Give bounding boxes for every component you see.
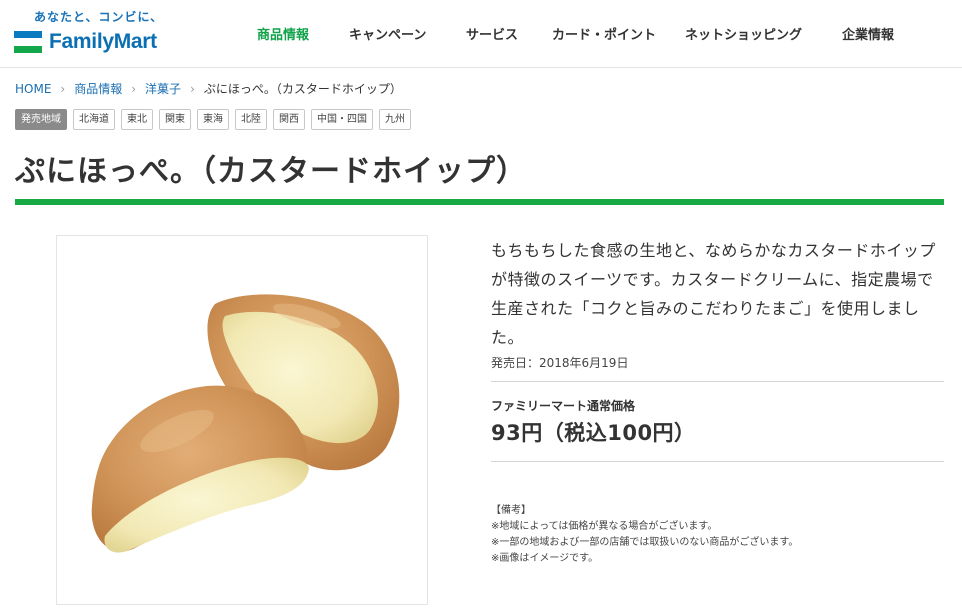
nav-item-campaign[interactable]: キャンペーン [349,24,426,43]
note-item: ※地域によっては価格が異なる場合がございます。 [491,521,718,532]
chevron-right-icon: › [60,81,66,96]
site-header: あなたと、コンビに、 FamilyMart 商品情報 キャンペーン サービス カ… [0,0,962,68]
nav-item-corporate[interactable]: 企業情報 [842,24,894,43]
nav-item-net-shopping[interactable]: ネットショッピング [685,24,802,43]
region-tag-kanto[interactable]: 関東 [159,109,191,130]
divider [491,381,944,382]
notes-heading: 【備考】 [491,505,531,516]
notes: 【備考】 ※地域によっては価格が異なる場合がございます。 ※一部の地域および一部… [491,503,798,567]
chevron-right-icon: › [131,81,137,96]
breadcrumb: HOME › 商品情報 › 洋菓子 › ぷにほっぺ。（カスタードホイップ） [15,80,402,97]
region-tag-kyushu[interactable]: 九州 [379,109,411,130]
region-tag-chugoku-shikoku[interactable]: 中国・四国 [311,109,373,130]
region-tag-kansai[interactable]: 関西 [273,109,305,130]
product-photo [91,294,400,553]
release-date: 発売日：2018年6月19日 [491,356,629,370]
page-title: ぷにほっぺ。（カスタードホイップ） [15,154,527,189]
note-item: ※一部の地域および一部の店舗では取扱いのない商品がございます。 [491,537,799,548]
region-tag-tokai[interactable]: 東海 [197,109,229,130]
breadcrumb-home[interactable]: HOME [15,82,51,96]
region-tag-hokkaido[interactable]: 北海道 [73,109,115,130]
familymart-stripes-icon [14,31,42,53]
breadcrumb-current: ぷにほっぺ。（カスタードホイップ） [203,82,402,96]
price: 93円（税込100円） [491,421,696,445]
product-image [56,235,428,605]
breadcrumb-products[interactable]: 商品情報 [74,80,122,97]
release-regions: 発売地域 北海道 東北 関東 東海 北陸 関西 中国・四国 九州 [15,109,417,130]
logo-tagline: あなたと、コンビに、 [34,10,164,24]
familymart-logo[interactable]: FamilyMart [14,30,157,54]
region-label: 発売地域 [15,109,67,130]
breadcrumb-western-sweets[interactable]: 洋菓子 [145,80,181,97]
note-item: ※画像はイメージです。 [491,553,599,564]
divider [491,461,944,462]
region-tag-hokuriku[interactable]: 北陸 [235,109,267,130]
chevron-right-icon: › [190,81,195,96]
title-divider [15,199,944,205]
nav-item-card-point[interactable]: カード・ポイント [552,24,656,43]
nav-item-products[interactable]: 商品情報 [257,24,309,43]
product-description: もちもちした食感の生地と、なめらかなカスタードホイップが特徴のスイーツです。カス… [491,241,936,347]
logo-text: FamilyMart [49,30,157,53]
price-label: ファミリーマート通常価格 [491,399,636,413]
nav-item-services[interactable]: サービス [466,24,518,43]
region-tag-tohoku[interactable]: 東北 [121,109,153,130]
